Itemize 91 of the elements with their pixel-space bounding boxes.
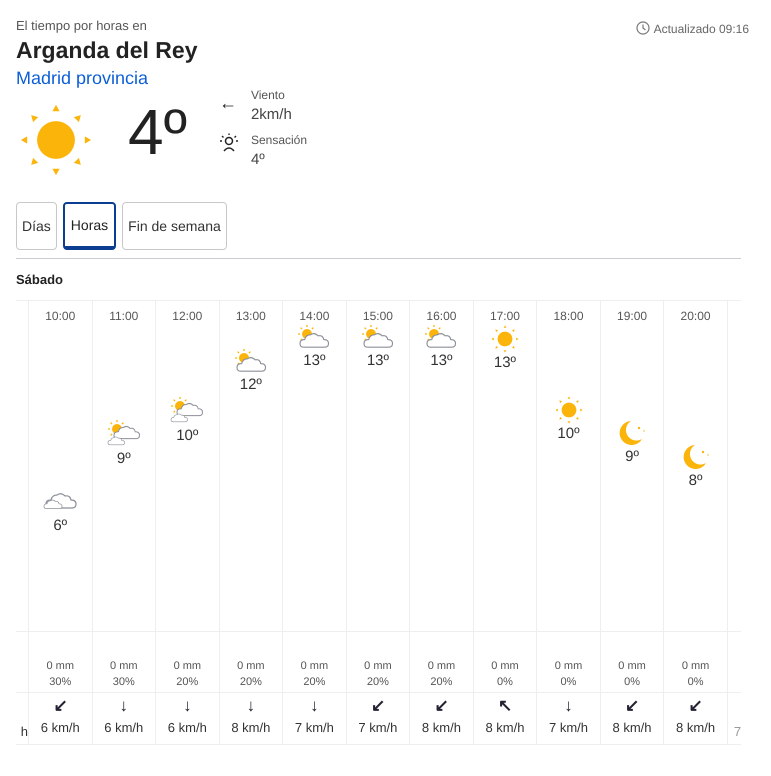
wind-direction-icon: ↙ [53, 696, 68, 716]
wind-speed: 6 km/h [168, 719, 207, 737]
wind-speed: 8 km/h [676, 719, 716, 737]
sun-cloud-icon [297, 325, 332, 351]
rain-chance: 20% [430, 675, 452, 690]
wind-direction-icon: ↙ [370, 696, 385, 716]
hour-temperature: 8º [688, 470, 702, 490]
clock-icon [636, 21, 650, 35]
sun-cloud-icon [360, 325, 395, 351]
wind-direction-icon: ↓ [120, 696, 128, 716]
wind-value: 2km/h [250, 105, 293, 125]
wind-speed: 7 km/h [294, 719, 334, 737]
wind-speed: 6 km/h [104, 719, 144, 737]
rain-amount: 0 mm [174, 659, 202, 674]
rain-chance: 20% [303, 675, 326, 690]
rain-chance: 0% [624, 675, 640, 690]
rain-chance: 0% [560, 675, 576, 690]
hour-label: 16:00 [426, 308, 456, 325]
wind-speed: 7 km/h [358, 719, 398, 737]
wind-speed: 8 km/h [612, 719, 652, 737]
sun-icon [554, 396, 582, 424]
wind-direction-icon: ↓ [310, 696, 319, 716]
view-tab[interactable]: Horas [62, 202, 116, 250]
hour-label: 13:00 [236, 308, 266, 325]
hour-label: 17:00 [490, 308, 520, 325]
view-tab[interactable]: Fin de semana [122, 202, 227, 250]
wind-direction-icon: ↓ [183, 696, 192, 716]
wind-speed: 6 km/h [40, 719, 80, 737]
rain-amount: 0 mm [300, 659, 328, 674]
hour-temperature: 10º [176, 426, 198, 446]
sun-icon [490, 325, 519, 353]
rain-amount: 0 mm [618, 659, 646, 674]
rain-amount: 0 mm [491, 659, 519, 674]
rain-chance: 20% [240, 675, 262, 690]
region-link[interactable]: Madrid provincia [16, 66, 198, 90]
rain-chance: 20% [176, 675, 198, 690]
feels-like-value: 4º [250, 150, 266, 170]
rain-amount: 0 mm [682, 659, 710, 674]
hour-temperature: 9º [116, 449, 131, 469]
wind-direction-icon: ↙ [688, 696, 703, 716]
rain-amount: 0 mm [364, 659, 392, 674]
wind-speed: 7 [734, 724, 742, 740]
hour-temperature: 6º [53, 516, 68, 536]
wind-arrow-icon: ← [218, 90, 247, 126]
hour-temperature: 9º [625, 447, 639, 467]
wind-direction-icon: ↓ [246, 696, 256, 716]
hour-label: 10:00 [45, 308, 76, 325]
rain-amount: 0 mm [46, 659, 74, 674]
hour-label: 11:00 [109, 308, 138, 325]
feels-like-label: Sensación [250, 132, 308, 148]
wind-direction-icon: ↙ [434, 696, 448, 716]
rain-amount: 0 mm [554, 659, 582, 674]
current-temperature: 4º [128, 96, 187, 168]
person-icon [218, 132, 239, 152]
wind-speed: 7 km/h [548, 719, 588, 737]
city-title: Arganda del Rey [16, 36, 198, 65]
hour-label: 14:00 [299, 308, 330, 325]
sun-cloud-icon [424, 325, 458, 351]
hour-temperature: 13º [303, 351, 326, 371]
hour-label: 18:00 [553, 308, 584, 325]
rain-amount: 0 mm [110, 659, 138, 674]
sun-icon [20, 104, 92, 176]
hour-label: 20:00 [680, 308, 711, 325]
hour-label: 12:00 [172, 308, 202, 325]
rain-chance: 0% [688, 675, 704, 690]
wind-speed: 8 km/h [231, 719, 270, 737]
hour-temperature: 12º [240, 374, 262, 394]
hour-temperature: 13º [366, 351, 389, 371]
wind-speed: h [20, 724, 28, 740]
hour-temperature: 13º [494, 353, 516, 373]
hour-label: 15:00 [362, 308, 393, 325]
updated-time: Actualizado 09:16 [654, 21, 749, 38]
wind-direction-icon: ↓ [564, 696, 573, 716]
hour-temperature: 10º [557, 424, 580, 444]
rain-amount: 0 mm [428, 659, 456, 674]
rain-amount: 0 mm [237, 659, 265, 674]
wind-direction-icon: ↙ [625, 696, 640, 716]
wind-direction-icon: ↖ [498, 696, 512, 716]
rain-chance: 20% [366, 675, 389, 690]
hour-label: 19:00 [617, 308, 648, 325]
hour-temperature: 13º [430, 351, 453, 371]
wind-speed: 8 km/h [485, 719, 524, 737]
rain-chance: 30% [112, 675, 135, 690]
rain-chance: 0% [497, 675, 513, 690]
rain-chance: 30% [49, 675, 72, 690]
day-heading: Sábado [16, 272, 63, 287]
wind-label: Viento [250, 87, 286, 104]
page-kicker: El tiempo por horas en [16, 18, 148, 34]
sun-cloud-icon [234, 348, 268, 374]
wind-speed: 8 km/h [422, 719, 461, 737]
view-tab[interactable]: Días [16, 202, 57, 250]
